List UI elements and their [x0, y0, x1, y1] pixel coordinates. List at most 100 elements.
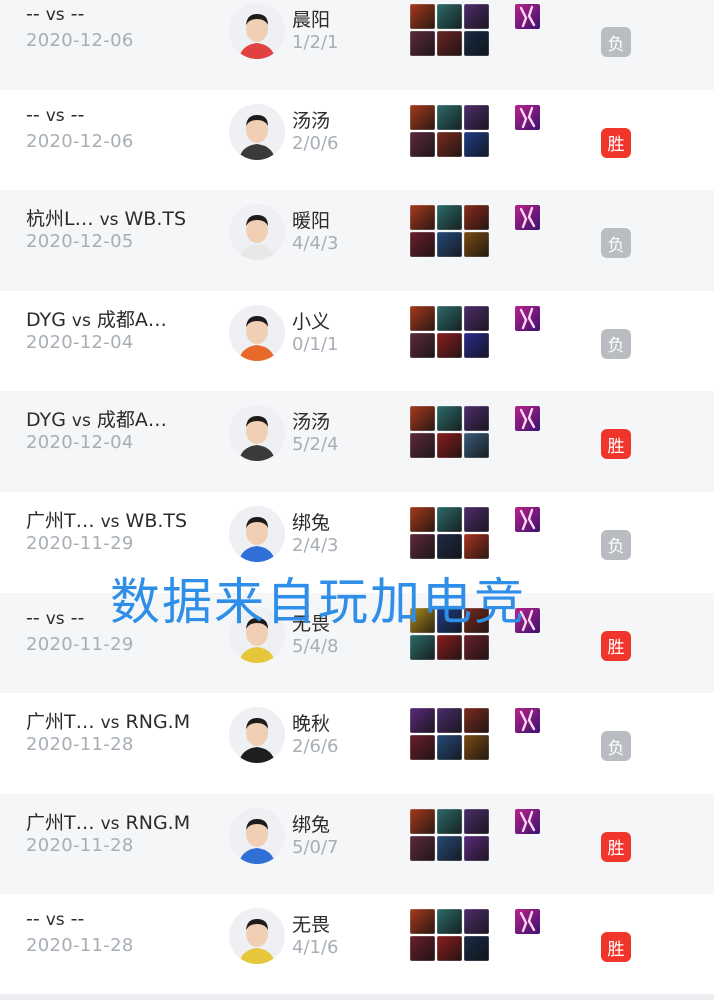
match-teams: DYG vs 成都A… — [26, 305, 226, 332]
summoner-skill-icon — [515, 506, 540, 532]
team-2: 成都A… — [96, 308, 167, 331]
team-2: RNG.M — [125, 711, 191, 734]
summoner-skill-icon — [515, 808, 540, 834]
match-date: 2020-12-05 — [26, 231, 134, 253]
equipment-item-icon — [464, 232, 489, 258]
item-build — [410, 104, 490, 157]
match-row[interactable]: -- vs -- 2020-11-28 无畏 4/1/6 胜 — [0, 894, 714, 995]
equipment-item-icon — [437, 533, 462, 559]
team-1: 广州T… — [26, 509, 95, 532]
player-portrait-icon — [229, 505, 285, 562]
equipment-item-icon — [464, 305, 489, 331]
result-badge: 胜 — [601, 630, 631, 661]
item-build — [410, 4, 490, 56]
result-badge: 胜 — [601, 429, 631, 460]
vs-label: vs — [100, 511, 120, 532]
match-row[interactable]: 广州T… vs RNG.M 2020-11-28 绑兔 5/0/7 胜 — [0, 793, 714, 895]
match-date: 2020-12-04 — [26, 432, 134, 454]
team-1: DYG — [26, 409, 66, 432]
item-build — [410, 909, 490, 962]
player-name[interactable]: 晚秋 — [292, 709, 330, 736]
player-kda: 5/0/7 — [292, 836, 339, 858]
player-avatar[interactable] — [229, 707, 285, 764]
equipment-item-icon — [437, 506, 462, 532]
equipment-item-icon — [410, 708, 435, 734]
match-teams: 广州T… vs RNG.M — [26, 707, 226, 734]
team-2: WB.TS — [125, 509, 188, 532]
equipment-item-icon — [410, 104, 435, 130]
match-row[interactable]: -- vs -- 2020-12-06 汤汤 2/0/6 胜 — [0, 89, 714, 191]
match-row[interactable]: DYG vs 成都A… 2020-12-04 汤汤 5/2/4 胜 — [0, 391, 714, 492]
team-1: 广州T… — [26, 711, 95, 734]
equipment-item-icon — [437, 708, 462, 734]
equipment-item-icon — [437, 232, 462, 258]
match-teams: -- vs -- — [26, 908, 226, 930]
result-badge: 负 — [601, 529, 631, 560]
vs-label: vs — [100, 713, 120, 734]
equipment-item-icon — [464, 4, 489, 29]
equipment-item-icon — [437, 131, 462, 157]
team-1: 杭州L… — [26, 208, 94, 231]
player-kda: 2/4/3 — [292, 534, 339, 556]
equipment-item-icon — [410, 936, 435, 962]
result-badge: 负 — [601, 731, 631, 762]
result-badge: 负 — [601, 328, 631, 359]
equipment-item-icon — [464, 835, 489, 861]
match-teams: -- vs -- — [26, 104, 226, 126]
equipment-item-icon — [464, 708, 489, 734]
vs-label: vs — [45, 105, 65, 126]
equipment-item-icon — [410, 406, 435, 432]
team-1: DYG — [26, 308, 66, 331]
player-name[interactable]: 绑兔 — [292, 508, 330, 535]
player-name[interactable]: 汤汤 — [292, 407, 330, 434]
player-avatar[interactable] — [229, 204, 285, 261]
equipment-item-icon — [437, 433, 462, 459]
player-kda: 4/4/3 — [292, 233, 339, 255]
player-name[interactable]: 小义 — [292, 307, 330, 334]
team-2: RNG.M — [125, 811, 191, 834]
equipment-item-icon — [437, 31, 462, 56]
player-kda: 1/2/1 — [292, 32, 339, 53]
equipment-item-icon — [437, 936, 462, 962]
player-name[interactable]: 绑兔 — [292, 810, 330, 837]
equipment-item-icon — [410, 232, 435, 258]
match-row[interactable]: 广州T… vs RNG.M 2020-11-28 晚秋 2/6/6 负 — [0, 693, 714, 794]
player-avatar[interactable] — [229, 304, 285, 361]
player-avatar[interactable] — [229, 3, 285, 59]
match-row[interactable]: DYG vs 成都A… 2020-12-04 小义 0/1/1 负 — [0, 290, 714, 392]
player-name[interactable]: 汤汤 — [292, 106, 330, 133]
player-avatar[interactable] — [229, 908, 285, 965]
equipment-item-icon — [410, 31, 435, 56]
player-avatar[interactable] — [229, 807, 285, 864]
equipment-item-icon — [464, 735, 489, 761]
result-badge: 负 — [601, 228, 631, 259]
player-portrait-icon — [229, 908, 285, 965]
equipment-item-icon — [410, 131, 435, 157]
summoner-skill-icon — [515, 4, 540, 29]
equipment-item-icon — [410, 305, 435, 331]
player-name[interactable]: 晨阳 — [292, 5, 330, 32]
player-name[interactable]: 无畏 — [292, 910, 330, 937]
equipment-item-icon — [410, 433, 435, 459]
player-avatar[interactable] — [229, 103, 285, 160]
match-teams: 杭州L… vs WB.TS — [26, 204, 226, 231]
vs-label: vs — [45, 910, 65, 931]
match-row[interactable]: 杭州L… vs WB.TS 2020-12-05 暖阳 4/4/3 负 — [0, 190, 714, 291]
summoner-skill-icon — [515, 305, 540, 331]
player-avatar[interactable] — [229, 505, 285, 562]
player-avatar[interactable] — [229, 405, 285, 462]
equipment-item-icon — [464, 634, 489, 660]
player-kda: 4/1/6 — [292, 937, 339, 959]
equipment-item-icon — [464, 533, 489, 559]
equipment-item-icon — [464, 808, 489, 834]
team-1: -- — [26, 103, 40, 126]
match-teams: 广州T… vs RNG.M — [26, 808, 226, 835]
match-row[interactable]: -- vs -- 2020-12-06 晨阳 1/2/1 负 — [0, 0, 714, 90]
equipment-item-icon — [464, 104, 489, 130]
player-name[interactable]: 暖阳 — [292, 206, 330, 233]
equipment-item-icon — [437, 909, 462, 935]
match-date: 2020-11-28 — [26, 935, 134, 957]
summoner-skill-icon — [515, 909, 540, 935]
equipment-item-icon — [437, 835, 462, 861]
equipment-item-icon — [464, 205, 489, 231]
